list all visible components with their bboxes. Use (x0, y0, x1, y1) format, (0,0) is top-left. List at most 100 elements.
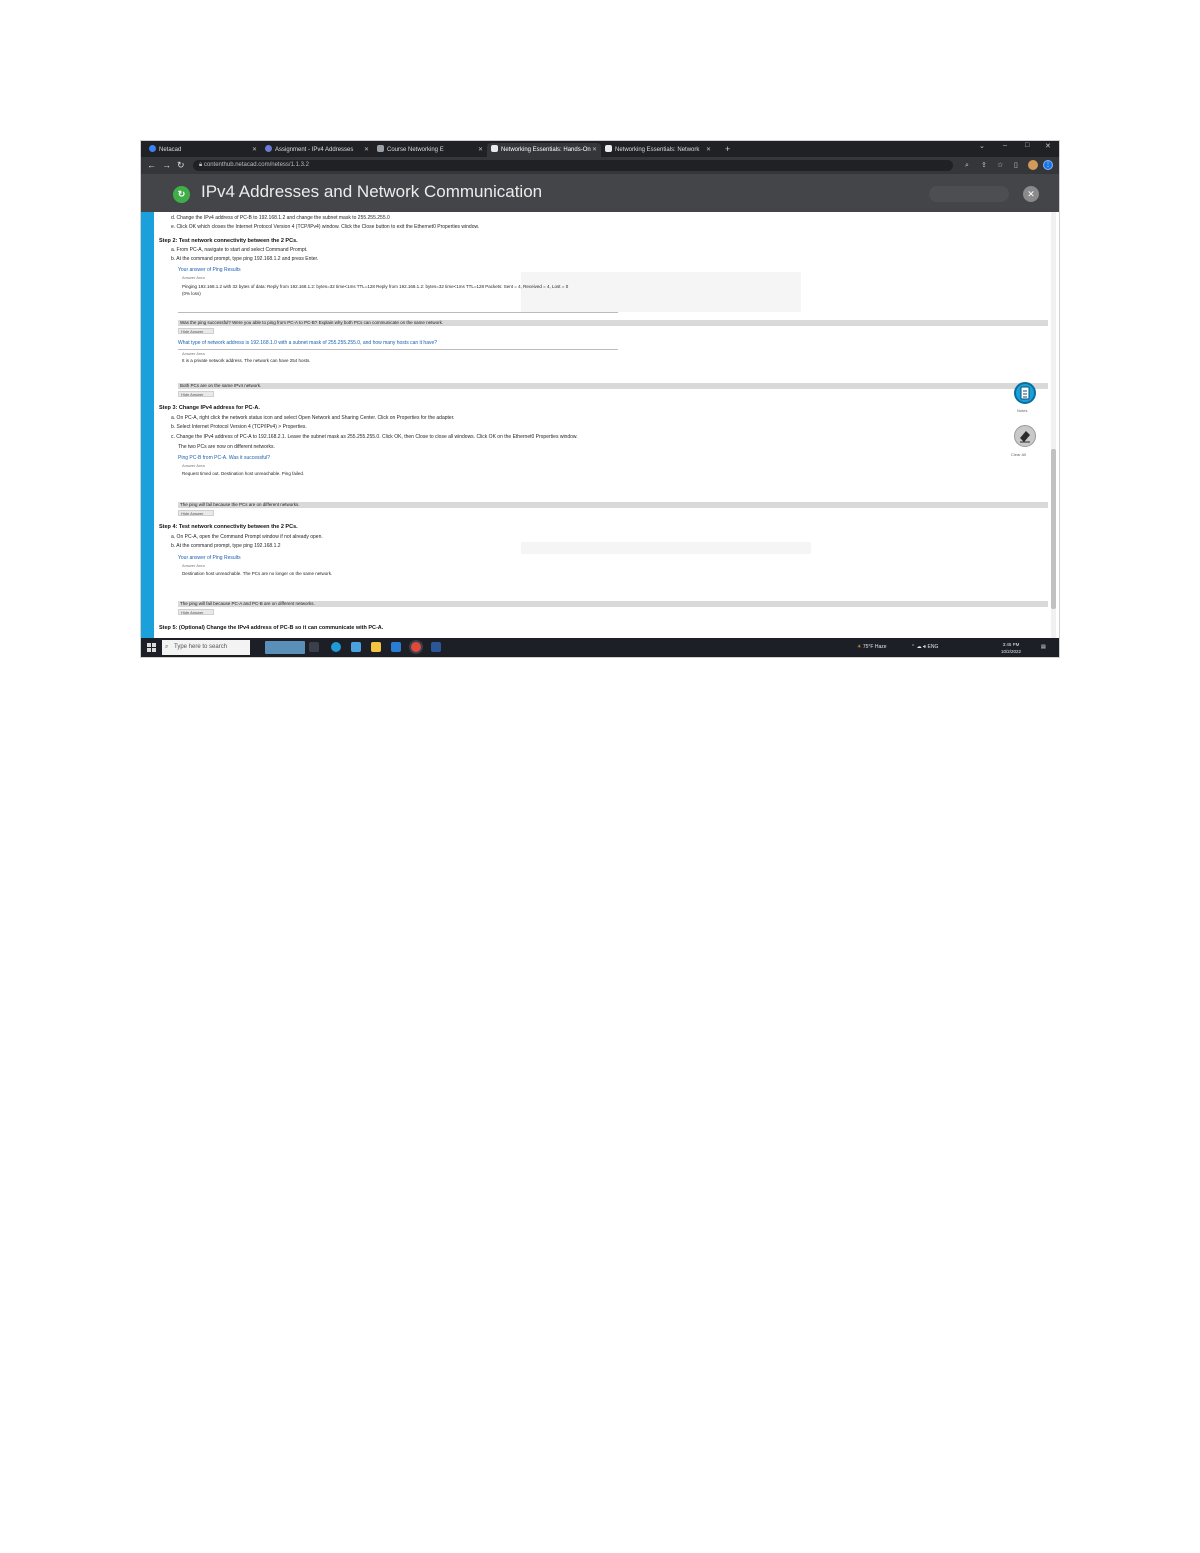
answer-text[interactable]: (0% loss) (182, 291, 201, 297)
answer-area-label: Answer Area (182, 563, 205, 568)
app-header: ↻ IPv4 Addresses and Network Communicati… (141, 174, 1059, 212)
notifications-icon[interactable]: ▤ (1041, 640, 1046, 655)
question-label: What type of network address is 192.168.… (178, 340, 438, 346)
hide-answer-button[interactable]: Hide Answer (178, 391, 214, 397)
close-tab-icon[interactable]: ✕ (478, 143, 483, 157)
site-icon (265, 145, 272, 152)
instruction-line: b. At the command prompt, type ping 192.… (171, 256, 319, 262)
left-accent-bar (141, 212, 154, 638)
search-icon: ⌕ (165, 644, 169, 650)
clock[interactable]: 3:45 PM 10/2/2022 (1001, 641, 1021, 655)
close-window-icon[interactable]: ✕ (1045, 142, 1051, 150)
site-icon (491, 145, 498, 152)
step-heading: Step 3: Change IPv4 address for PC-A. (159, 405, 260, 411)
browser-tab[interactable]: Assignment - IPv4 Addresses ✕ (261, 143, 373, 157)
scrollbar-thumb[interactable] (1051, 449, 1056, 609)
word-icon[interactable] (431, 642, 441, 652)
question-label: Your answer of Ping Results (178, 267, 241, 273)
faded-overlay-panel (521, 542, 811, 554)
share-icon[interactable]: ⇪ (981, 160, 987, 171)
instruction-line: c. Change the IPv4 address of PC-A to 19… (171, 434, 578, 440)
menu-kebab-icon[interactable]: ⋮ (1043, 160, 1053, 170)
edge-icon[interactable] (331, 642, 341, 652)
question-label: Ping PC-B from PC-A. Was it successful? (178, 455, 271, 461)
maximize-icon[interactable]: □ (1025, 142, 1029, 149)
page-title: IPv4 Addresses and Network Communication (201, 182, 543, 201)
weather-sun-icon: ☀ (857, 644, 862, 650)
minimize-icon[interactable]: – (1003, 142, 1007, 149)
profile-avatar[interactable] (1028, 160, 1038, 170)
mail-icon[interactable] (391, 642, 401, 652)
step-heading: Step 5: (Optional) Change the IPv4 addre… (159, 625, 384, 631)
instruction-line: a. On PC-A, open the Command Prompt wind… (171, 534, 323, 540)
answer-text[interactable]: Destination host unreachable. The PCs ar… (182, 571, 332, 577)
step-heading: Step 4: Test network connectivity betwee… (159, 524, 298, 530)
instruction-line: b. At the command prompt, type ping 192.… (171, 543, 281, 549)
search-highlight-image (265, 641, 305, 654)
new-tab-button[interactable]: + (725, 143, 730, 155)
address-bar[interactable]: 🔒︎ contenthub.netacad.com/netess/1.1.3.2 (193, 160, 953, 171)
close-tab-icon[interactable]: ✕ (252, 143, 257, 157)
browser-tab[interactable]: Networking Essentials: Network ✕ (601, 143, 715, 157)
lab-content: d. Change the IPv4 address of PC-B to 19… (141, 212, 1059, 638)
reload-icon[interactable]: ↻ (177, 159, 185, 171)
weather-widget[interactable]: ☀ 75°F Haze (857, 640, 887, 655)
instruction-line: d. Change the IPv4 address of PC-B to 19… (171, 215, 390, 221)
back-icon[interactable]: ← (147, 159, 156, 171)
answer-area-label: Answer Area (182, 351, 205, 356)
chrome-icon[interactable] (411, 642, 421, 652)
task-view-icon[interactable] (309, 642, 319, 652)
step-heading: Step 2: Test network connectivity betwee… (159, 238, 298, 244)
site-icon (377, 145, 384, 152)
instruction-line: b. Select Internet Protocol Version 4 (T… (171, 424, 307, 430)
eraser-button[interactable] (1014, 425, 1036, 447)
browser-tab[interactable]: Course Networking E ✕ (373, 143, 487, 157)
answer-text[interactable]: Request timed out. Destination host unre… (182, 471, 304, 477)
zoom-icon[interactable]: ⌕ (965, 160, 969, 171)
answer-divider (178, 312, 618, 313)
hide-answer-button[interactable]: Hide Answer (178, 328, 214, 334)
notes-label: Notes (1017, 408, 1028, 413)
instruction-line: e. Click OK which closes the Internet Pr… (171, 224, 480, 230)
tray-icons[interactable]: ⌃ ☁ 🔊︎ ENG (911, 640, 938, 655)
answer-divider (178, 349, 618, 350)
windows-taskbar: ⌕ Type here to search ☀ 75°F Haze ⌃ ☁ 🔊︎ … (141, 638, 1059, 657)
netacad-logo-icon: ↻ (173, 186, 190, 203)
clipboard-icon (1020, 386, 1030, 400)
answer-feedback-bar: The ping will fail because PC-A and PC-B… (178, 601, 1048, 607)
close-activity-button[interactable]: ✕ (1023, 186, 1039, 202)
close-tab-icon[interactable]: ✕ (592, 143, 597, 157)
instruction-line: The two PCs are now on different network… (178, 444, 275, 450)
tab-search-icon[interactable]: ⌄ (979, 142, 985, 150)
site-icon (149, 145, 156, 152)
site-icon (605, 145, 612, 152)
file-explorer-icon[interactable] (371, 642, 381, 652)
close-tab-icon[interactable]: ✕ (364, 143, 369, 157)
bookmark-star-icon[interactable]: ☆ (997, 160, 1003, 171)
header-toolbar-ghost (929, 186, 1009, 202)
hide-answer-button[interactable]: Hide Answer (178, 510, 214, 516)
faded-overlay-panel (521, 272, 801, 312)
browser-tab-strip: Netacad ✕ Assignment - IPv4 Addresses ✕ Co… (141, 141, 1059, 157)
instruction-line: a. From PC-A, navigate to start and sele… (171, 247, 308, 253)
answer-area-label: Answer Area (182, 275, 205, 280)
notes-icon[interactable] (1014, 382, 1036, 404)
answer-area-label: Answer Area (182, 463, 205, 468)
browser-tab-active[interactable]: Networking Essentials: Hands-On ✕ (487, 143, 601, 157)
answer-text[interactable]: Pinging 192.168.1.2 with 32 bytes of dat… (182, 284, 568, 290)
answer-text[interactable]: It is a private network address. The net… (182, 358, 311, 364)
hide-answer-button[interactable]: Hide Answer (178, 609, 214, 615)
answer-feedback-bar: The ping will fail because the PCs are o… (178, 502, 1048, 508)
close-tab-icon[interactable]: ✕ (706, 143, 711, 157)
sidebar-icon[interactable]: ▯ (1014, 160, 1018, 171)
browser-toolbar: ← → ↻ 🔒︎ contenthub.netacad.com/netess/1… (141, 157, 1059, 174)
answer-feedback-bar: Was the ping successful? Were you able t… (178, 320, 1048, 326)
taskbar-search-input[interactable]: ⌕ Type here to search (162, 640, 250, 655)
browser-tab[interactable]: Netacad ✕ (145, 143, 261, 157)
windows-start-icon[interactable] (147, 643, 156, 652)
screenshot-frame: Netacad ✕ Assignment - IPv4 Addresses ✕ Co… (141, 141, 1059, 657)
forward-icon[interactable]: → (162, 159, 171, 171)
answer-feedback-bar: Both PCs are on the same IPv4 network. (178, 383, 1048, 389)
store-icon[interactable] (351, 642, 361, 652)
question-label: Your answer of Ping Results (178, 555, 241, 561)
